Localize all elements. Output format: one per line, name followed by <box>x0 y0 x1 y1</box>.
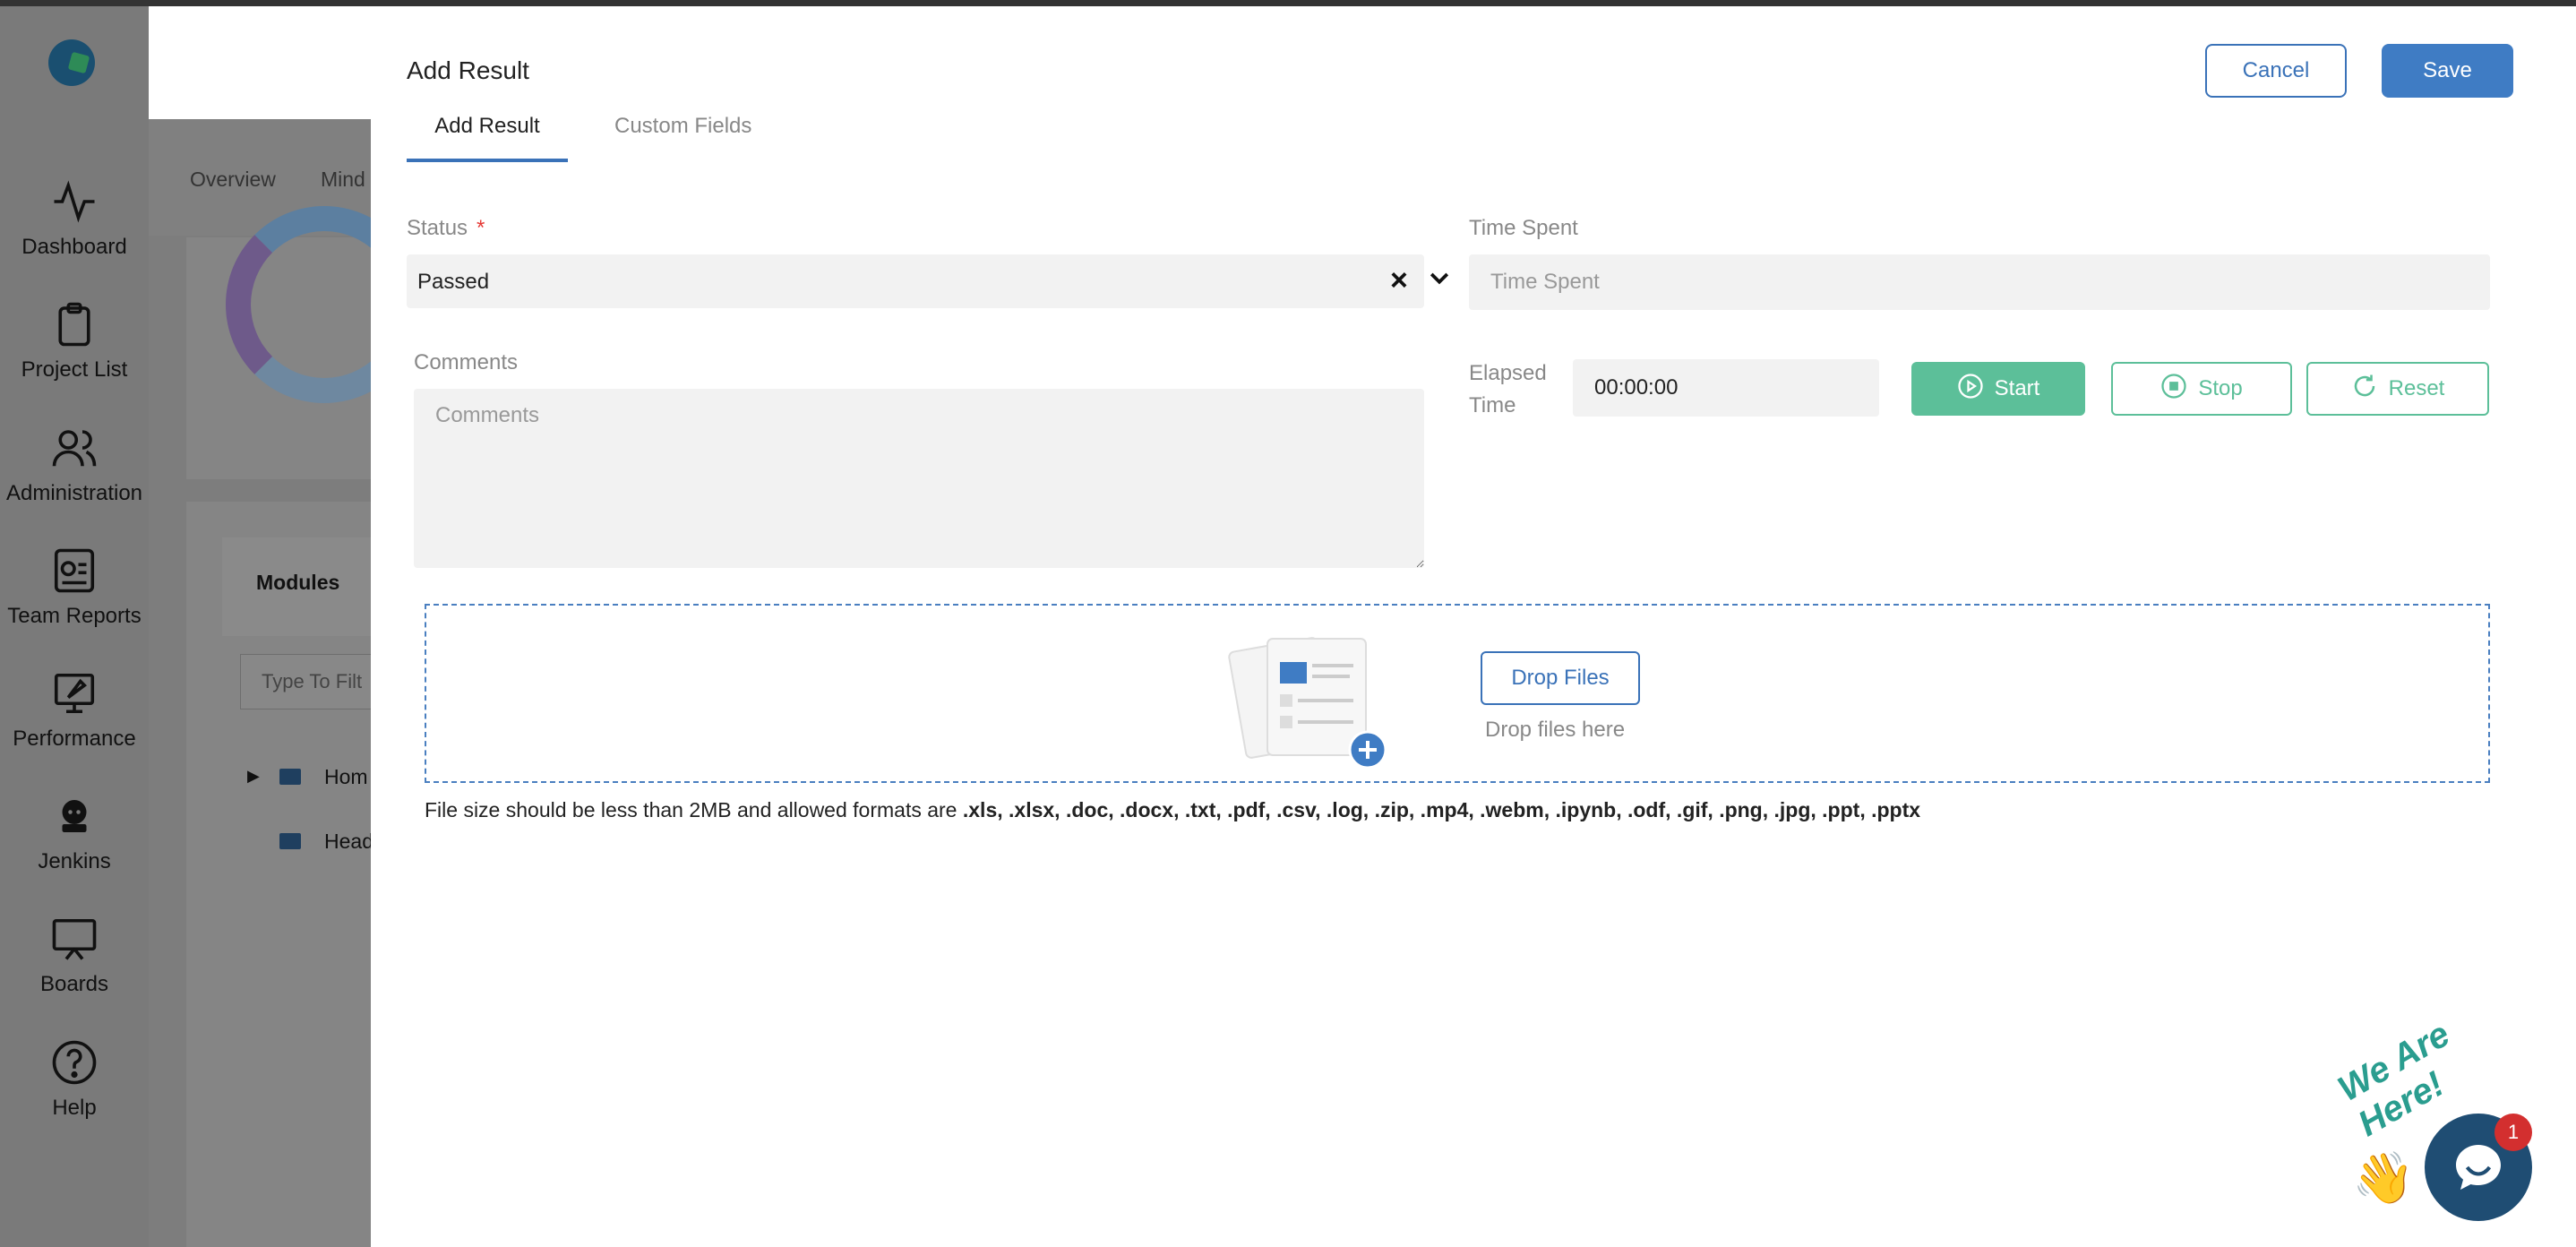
start-timer-button[interactable]: Start <box>1911 362 2085 416</box>
play-icon <box>1957 373 1984 406</box>
sidebar-item-team-reports[interactable]: Team Reports <box>0 546 149 629</box>
add-result-modal: Add Result Cancel Save Add Result Custom… <box>371 6 2576 1247</box>
board-icon <box>50 915 99 963</box>
sidebar-item-label: Dashboard <box>21 235 127 259</box>
reset-timer-button[interactable]: Reset <box>2306 362 2489 416</box>
background-modules-label: Modules <box>256 571 340 594</box>
sidebar-item-label: Help <box>52 1096 97 1120</box>
users-icon <box>50 424 99 472</box>
comments-textarea[interactable] <box>414 389 1424 568</box>
cancel-button[interactable]: Cancel <box>2205 44 2347 98</box>
background-tab-overview: Overview <box>190 168 276 191</box>
time-spent-input[interactable] <box>1469 254 2490 310</box>
sidebar-item-boards[interactable]: Boards <box>0 915 149 997</box>
app-logo[interactable] <box>48 39 95 86</box>
sidebar-item-label: Project List <box>21 357 128 382</box>
activity-icon <box>50 177 99 226</box>
folder-icon <box>279 833 301 849</box>
comments-label: Comments <box>414 350 519 374</box>
chevron-down-icon[interactable] <box>1426 265 1453 292</box>
sidebar-item-label: Performance <box>13 727 136 751</box>
report-icon <box>50 546 99 595</box>
file-dropzone[interactable] <box>425 604 2490 783</box>
sidebar: Dashboard Project List Administration Te… <box>0 0 149 1247</box>
unread-badge: 1 <box>2494 1114 2532 1151</box>
sidebar-item-label: Boards <box>39 972 109 996</box>
help-icon <box>50 1038 99 1087</box>
sidebar-item-jenkins[interactable]: Jenkins <box>0 792 149 874</box>
tab-add-result[interactable]: Add Result <box>407 114 568 162</box>
background-filter-placeholder: Type To Filt <box>262 670 363 692</box>
modal-title: Add Result <box>407 56 529 84</box>
sidebar-item-project-list[interactable]: Project List <box>0 300 149 383</box>
chevron-right-icon: ▶ <box>247 767 260 785</box>
sidebar-item-help[interactable]: Help <box>0 1038 149 1121</box>
jenkins-icon <box>50 792 99 840</box>
sidebar-item-label: Jenkins <box>38 849 111 873</box>
stop-timer-button[interactable]: Stop <box>2111 362 2292 416</box>
rocket-icon <box>50 669 99 718</box>
tab-custom-fields[interactable]: Custom Fields <box>614 114 751 139</box>
elapsed-time-label: Elapsed Time <box>1469 361 1547 417</box>
background-tree-item: Hom <box>324 765 368 788</box>
close-icon: × <box>293 42 314 80</box>
drop-files-button[interactable]: Drop Files <box>1481 651 1640 705</box>
status-select[interactable]: Passed × <box>407 254 1449 308</box>
background-tab-mind: Mind <box>321 168 365 191</box>
file-size-note: File size should be less than 2MB and al… <box>425 798 1921 821</box>
clear-icon[interactable]: × <box>1390 263 1408 298</box>
reset-icon <box>2351 373 2378 406</box>
file-upload-illustration <box>1228 630 1407 773</box>
drop-files-hint: Drop files here <box>1485 718 1626 742</box>
stop-icon <box>2160 373 2187 406</box>
folder-icon <box>279 769 301 785</box>
sidebar-item-administration[interactable]: Administration <box>0 424 149 506</box>
waving-hand-icon: 👋 <box>2352 1149 2415 1206</box>
elapsed-time-field[interactable] <box>1573 359 1879 417</box>
chat-bubble-icon <box>2456 1145 2501 1190</box>
status-label: Status * <box>407 216 485 240</box>
clipboard-icon <box>50 300 99 348</box>
close-modal-button[interactable]: × <box>277 34 331 88</box>
allowed-formats: .xls, .xlsx, .doc, .docx, .txt, .pdf, .c… <box>962 798 1921 821</box>
status-selected-value: Passed <box>417 270 490 294</box>
sidebar-item-performance[interactable]: Performance <box>0 669 149 752</box>
required-marker: * <box>477 216 485 240</box>
sidebar-item-label: Team Reports <box>7 604 142 628</box>
sidebar-item-label: Administration <box>5 481 143 505</box>
top-strip <box>0 0 2576 6</box>
sidebar-item-dashboard[interactable]: Dashboard <box>0 177 149 260</box>
background-tree-item: Head <box>324 830 374 853</box>
save-button[interactable]: Save <box>2382 44 2513 98</box>
time-spent-label: Time Spent <box>1469 216 1578 240</box>
